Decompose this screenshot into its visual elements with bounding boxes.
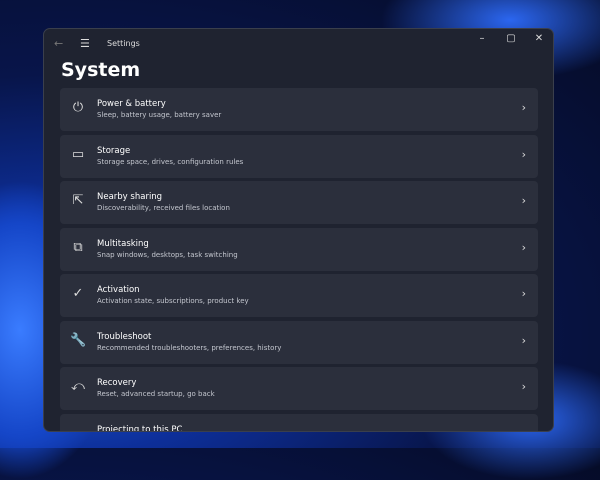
page-title: System [61, 59, 141, 81]
item-title: Projecting to this PC [97, 424, 183, 432]
chevron-right-icon: › [522, 427, 526, 432]
item-title: Multitasking [97, 238, 149, 249]
settings-window: ← ☰ Settings – ▢ ✕ System ⏻ Power & batt… [43, 28, 554, 432]
power-icon: ⏻ [72, 100, 84, 115]
chevron-right-icon: › [521, 333, 526, 347]
item-subtitle: Sleep, battery usage, battery saver [97, 111, 222, 119]
storage-icon: ▭ [71, 146, 85, 162]
settings-item-projecting-to-this-pc[interactable]: ▭ Projecting to this PC › [60, 413, 538, 432]
multitasking-icon: ⧉ [73, 239, 83, 255]
projecting-icon: ▭ [70, 426, 86, 432]
minimize-icon[interactable]: – [472, 33, 492, 44]
item-title: Storage [97, 145, 131, 156]
item-title: Troubleshoot [97, 331, 152, 342]
settings-item-recovery[interactable]: ⤺ Recovery Reset, advanced startup, go b… [60, 367, 538, 410]
back-arrow-icon[interactable]: ← [54, 37, 63, 50]
maximize-icon[interactable]: ▢ [501, 33, 521, 44]
share-icon: ⇱ [72, 193, 84, 208]
settings-item-troubleshoot[interactable]: 🔧 Troubleshoot Recommended troubleshoote… [60, 320, 538, 364]
item-subtitle: Snap windows, desktops, task switching [97, 250, 238, 259]
chevron-right-icon: › [521, 240, 526, 254]
close-icon[interactable]: ✕ [529, 33, 549, 44]
item-subtitle: Recommended troubleshooters, preferences… [97, 343, 282, 352]
item-title: Activation [97, 285, 140, 295]
item-subtitle: Storage space, drives, configuration rul… [97, 157, 244, 166]
settings-item-nearby-sharing[interactable]: ⇱ Nearby sharing Discoverability, receiv… [60, 181, 538, 224]
hamburger-menu-icon[interactable]: ☰ [80, 37, 90, 50]
item-title: Nearby sharing [97, 192, 163, 202]
title-bar: ← ☰ Settings – ▢ ✕ [44, 29, 553, 59]
chevron-right-icon: › [521, 101, 526, 114]
chevron-right-icon: › [521, 147, 526, 161]
chevron-right-icon: › [521, 194, 526, 207]
recovery-icon: ⤺ [71, 379, 85, 394]
chevron-right-icon: › [521, 380, 526, 393]
settings-item-storage[interactable]: ▭ Storage Storage space, drives, configu… [60, 134, 538, 178]
settings-item-multitasking[interactable]: ⧉ Multitasking Snap windows, desktops, t… [60, 227, 538, 271]
check-circle-icon: ✓ [72, 286, 84, 301]
chevron-right-icon: › [521, 287, 526, 300]
item-subtitle: Discoverability, received files location [97, 204, 230, 212]
wrench-icon: 🔧 [70, 332, 87, 348]
item-subtitle: Activation state, subscriptions, product… [97, 297, 249, 305]
app-title: Settings [107, 39, 140, 48]
item-title: Recovery [97, 378, 137, 388]
settings-item-power-battery[interactable]: ⏻ Power & battery Sleep, battery usage, … [60, 88, 538, 131]
item-subtitle: Reset, advanced startup, go back [97, 390, 215, 398]
settings-item-activation[interactable]: ✓ Activation Activation state, subscript… [60, 274, 538, 317]
item-title: Power & battery [97, 99, 166, 109]
